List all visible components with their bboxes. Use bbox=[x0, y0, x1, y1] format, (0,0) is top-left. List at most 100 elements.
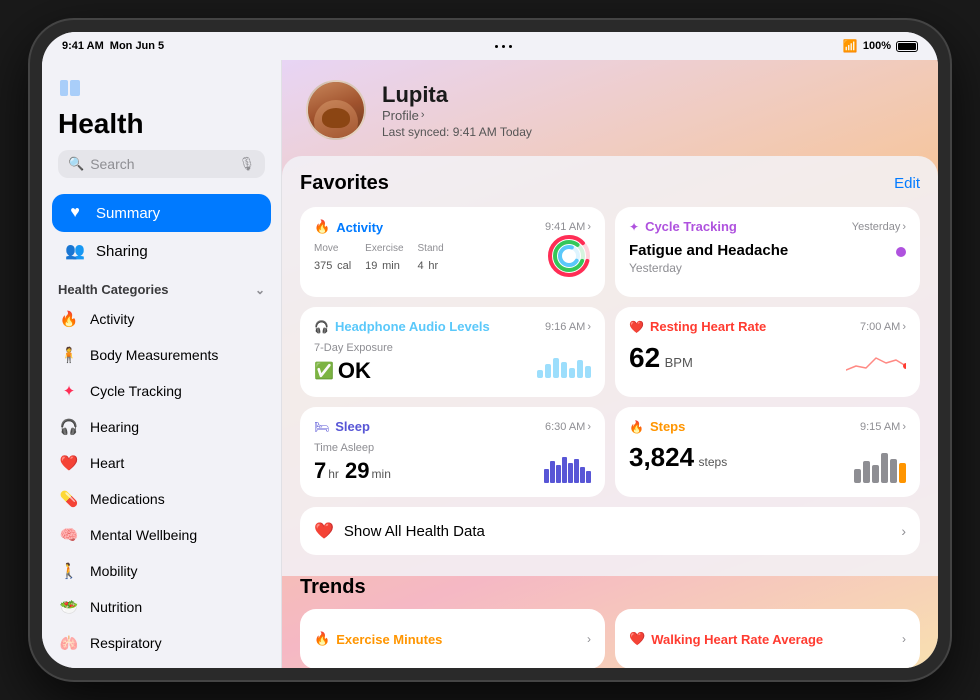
wifi-icon: 📶 bbox=[843, 39, 858, 53]
sleep-chevron-icon: › bbox=[587, 421, 591, 433]
health-categories-label: Health Categories bbox=[58, 282, 169, 297]
steps-value: 3,824 bbox=[629, 442, 694, 472]
hr-card-title: Resting Heart Rate bbox=[650, 319, 766, 334]
status-bar-left: 9:41 AM Mon Jun 5 bbox=[62, 40, 164, 52]
activity-card-header: 🔥 Activity 9:41 AM › bbox=[314, 219, 591, 235]
profile-chevron-icon: › bbox=[421, 109, 425, 121]
activity-chevron-icon: › bbox=[587, 221, 591, 233]
main-content: Lupita Profile › Last synced: 9:41 AM To… bbox=[282, 60, 938, 668]
steps-bars bbox=[854, 451, 906, 483]
sleep-mins: 29 bbox=[339, 458, 370, 484]
nutrition-label: Nutrition bbox=[90, 599, 142, 615]
hr-sparkline bbox=[846, 348, 906, 383]
cycle-symptom-title: Fatigue and Headache bbox=[629, 242, 906, 259]
body-icon: 🧍 bbox=[58, 344, 80, 366]
headphone-data: 7-Day Exposure ✅ OK bbox=[314, 342, 591, 384]
sidebar-panel-icon[interactable] bbox=[58, 76, 82, 100]
exercise-value: 19 min bbox=[365, 254, 403, 274]
search-icon: 🔍 bbox=[68, 156, 84, 172]
sb5 bbox=[568, 463, 573, 483]
sidebar-item-nutrition[interactable]: 🥗 Nutrition bbox=[42, 589, 281, 625]
sidebar-item-mobility[interactable]: 🚶 Mobility bbox=[42, 553, 281, 589]
steps-flame-icon: 🔥 bbox=[629, 420, 644, 434]
status-bar-right: 📶 100% bbox=[843, 39, 918, 53]
trends-cards: 🔥 Exercise Minutes › ❤️ Walking Heart Ra… bbox=[300, 609, 920, 668]
sidebar-item-cycle[interactable]: ✦ Cycle Tracking bbox=[42, 373, 281, 409]
walking-hr-chevron-icon: › bbox=[902, 632, 906, 646]
profile-header: Lupita Profile › Last synced: 9:41 AM To… bbox=[282, 60, 938, 156]
sidebar-item-body[interactable]: 🧍 Body Measurements bbox=[42, 337, 281, 373]
show-all-health-data[interactable]: ❤️ Show All Health Data › bbox=[300, 507, 920, 555]
sleep-card-header: 🛏 Sleep 6:30 AM › bbox=[314, 419, 591, 434]
sleep-bars bbox=[544, 455, 591, 483]
walking-hr-trend-card[interactable]: ❤️ Walking Heart Rate Average › bbox=[615, 609, 920, 668]
hr-unit: BPM bbox=[665, 355, 693, 370]
sidebar-item-sharing[interactable]: 👥 Sharing bbox=[52, 232, 271, 270]
favorites-title: Favorites bbox=[300, 172, 389, 195]
search-bar[interactable]: 🔍 Search 🎙 bbox=[58, 150, 265, 178]
mental-icon: 🧠 bbox=[58, 524, 80, 546]
cycle-card-time: Yesterday › bbox=[852, 221, 906, 233]
steps-card-title: Steps bbox=[650, 419, 685, 434]
heart-rate-card[interactable]: ❤️ Resting Heart Rate 7:00 AM › 62 bbox=[615, 307, 920, 397]
trends-section: Trends 🔥 Exercise Minutes › ❤️ Walking H… bbox=[282, 576, 938, 668]
cycle-tracking-card[interactable]: ✦ Cycle Tracking Yesterday › Fatigue and… bbox=[615, 207, 920, 297]
battery-percent: 100% bbox=[863, 40, 891, 52]
sleep-hr-unit: hr bbox=[328, 467, 339, 481]
sidebar-icon-row bbox=[58, 76, 265, 100]
move-metric: Move 375 cal bbox=[314, 243, 351, 274]
sidebar-item-activity[interactable]: 🔥 Activity bbox=[42, 301, 281, 337]
cycle-chevron-icon: › bbox=[902, 221, 906, 233]
cycle-symptom: Fatigue and Headache Yesterday bbox=[629, 242, 906, 275]
medications-icon: 💊 bbox=[58, 488, 80, 510]
app-container: Health 🔍 Search 🎙 ♥ Summary 👥 Sharing bbox=[42, 60, 938, 668]
sleep-min-unit: min bbox=[372, 467, 391, 481]
nav-section: ♥ Summary 👥 Sharing bbox=[42, 190, 281, 274]
cycle-label: Cycle Tracking bbox=[90, 383, 182, 399]
profile-link[interactable]: Profile › bbox=[382, 108, 914, 123]
sidebar-item-heart[interactable]: ❤️ Heart bbox=[42, 445, 281, 481]
sidebar-item-summary[interactable]: ♥ Summary bbox=[52, 194, 271, 232]
edit-button[interactable]: Edit bbox=[894, 175, 920, 192]
chevron-down-icon: ⌄ bbox=[255, 283, 265, 297]
exercise-trend-card[interactable]: 🔥 Exercise Minutes › bbox=[300, 609, 605, 668]
bar2 bbox=[545, 364, 551, 378]
medications-label: Medications bbox=[90, 491, 165, 507]
cards-area: Favorites Edit 🔥 Activity bbox=[282, 156, 938, 576]
steps-card[interactable]: 🔥 Steps 9:15 AM › 3,824 steps bbox=[615, 407, 920, 497]
sidebar-item-sleep[interactable]: 🛏 Sleep bbox=[42, 661, 281, 668]
activity-title-row: 🔥 Activity bbox=[314, 219, 383, 235]
heart-red-icon: ❤️ bbox=[629, 320, 644, 334]
status-bar: 9:41 AM Mon Jun 5 📶 100% bbox=[42, 32, 938, 60]
cards-grid: 🔥 Activity 9:41 AM › Move bbox=[300, 207, 920, 497]
walking-hr-trend-label: Walking Heart Rate Average bbox=[651, 632, 823, 647]
sidebar-item-medications[interactable]: 💊 Medications bbox=[42, 481, 281, 517]
sidebar-item-respiratory[interactable]: 🫁 Respiratory bbox=[42, 625, 281, 661]
headphone-chevron-icon: › bbox=[587, 321, 591, 333]
category-list: 🔥 Activity 🧍 Body Measurements ✦ Cycle T… bbox=[42, 301, 281, 668]
walking-hr-heart-icon: ❤️ bbox=[629, 631, 645, 647]
headphone-card[interactable]: 🎧 Headphone Audio Levels 9:16 AM › bbox=[300, 307, 605, 397]
sb8 bbox=[586, 471, 591, 483]
activity-card[interactable]: 🔥 Activity 9:41 AM › Move bbox=[300, 207, 605, 297]
sleep-card-time: 6:30 AM › bbox=[545, 421, 591, 433]
steps-title-row: 🔥 Steps bbox=[629, 419, 685, 434]
sidebar-item-mental[interactable]: 🧠 Mental Wellbeing bbox=[42, 517, 281, 553]
ok-badge: ✅ OK bbox=[314, 358, 393, 384]
status-day: Mon Jun 5 bbox=[110, 40, 164, 52]
mobility-label: Mobility bbox=[90, 563, 137, 579]
headphone-title-row: 🎧 Headphone Audio Levels bbox=[314, 319, 490, 334]
bar3 bbox=[553, 358, 559, 378]
exercise-trend-label: Exercise Minutes bbox=[336, 632, 442, 647]
respiratory-label: Respiratory bbox=[90, 635, 162, 651]
dot1 bbox=[495, 45, 498, 48]
trends-title: Trends bbox=[300, 576, 920, 599]
activity-label: Activity bbox=[90, 311, 134, 327]
sidebar-item-hearing[interactable]: 🎧 Hearing bbox=[42, 409, 281, 445]
headphone-card-time: 9:16 AM › bbox=[545, 321, 591, 333]
profile-sync: Last synced: 9:41 AM Today bbox=[382, 125, 914, 139]
battery-fill bbox=[898, 43, 916, 50]
heart-show-icon: ❤️ bbox=[314, 521, 334, 541]
sleep-card[interactable]: 🛏 Sleep 6:30 AM › Time Asleep bbox=[300, 407, 605, 497]
sleep-card-title: Sleep bbox=[335, 419, 370, 434]
